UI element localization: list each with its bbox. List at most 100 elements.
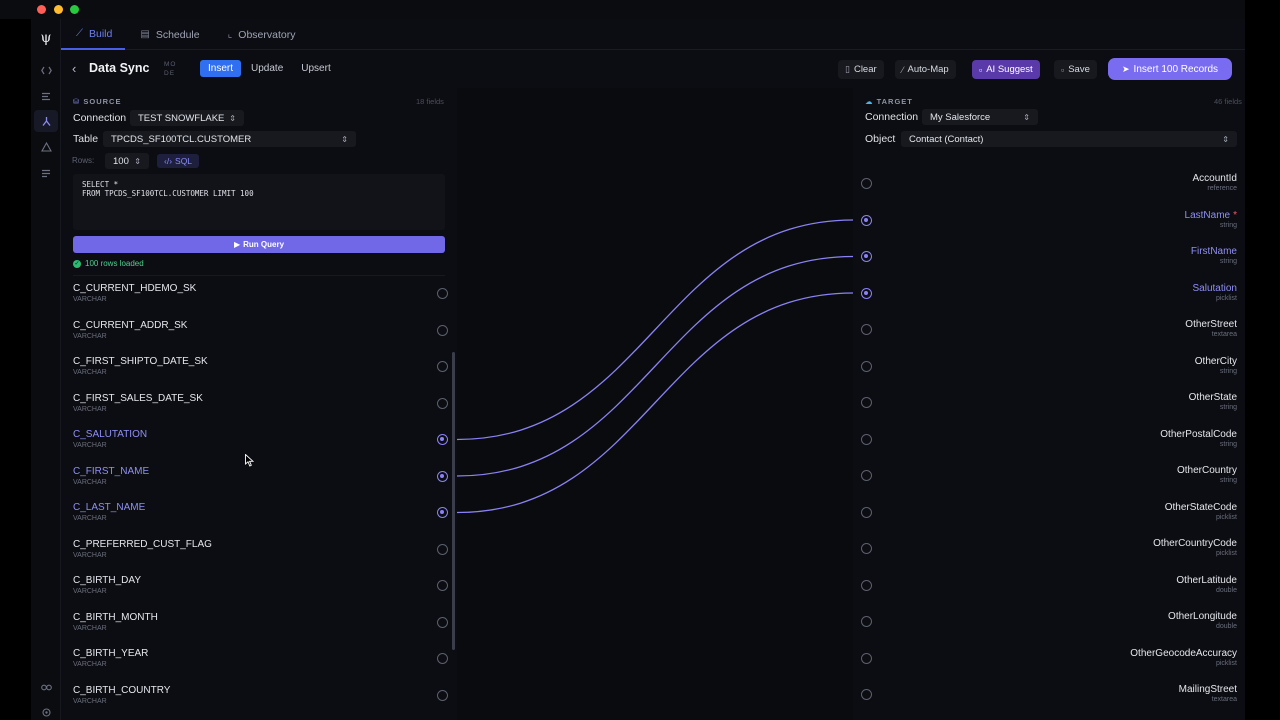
target-field-row[interactable]: OtherGeocodeAccuracy picklist: [853, 647, 1245, 683]
target-field-row[interactable]: OtherPostalCode string: [853, 428, 1245, 464]
target-field-row[interactable]: OtherStreet textarea: [853, 318, 1245, 354]
mapping-line[interactable]: [457, 292, 853, 514]
source-connector-handle[interactable]: [437, 434, 448, 445]
source-field-row[interactable]: C_CURRENT_HDEMO_SK VARCHAR: [61, 283, 457, 319]
flow-icon[interactable]: [34, 110, 58, 132]
insert-records-button[interactable]: ➤ Insert 100 Records: [1108, 58, 1233, 80]
target-connector-handle[interactable]: [861, 214, 872, 226]
chart-icon: ⌞: [227, 29, 233, 40]
target-connector-handle[interactable]: [861, 543, 872, 554]
source-field-row[interactable]: C_FIRST_SALES_DATE_SK VARCHAR: [61, 393, 457, 429]
target-field-row[interactable]: Salutation picklist: [853, 282, 1245, 318]
source-field-row[interactable]: C_FIRST_NAME VARCHAR: [61, 466, 457, 502]
binoculars-icon[interactable]: [31, 675, 61, 697]
target-field-row[interactable]: OtherCountry string: [853, 464, 1245, 500]
target-connector-handle[interactable]: [861, 178, 872, 189]
rows-select[interactable]: 100 ⇕: [105, 153, 149, 169]
mode-update-button[interactable]: Update: [243, 60, 291, 77]
settings-icon[interactable]: [31, 701, 61, 720]
mapping-line[interactable]: [457, 219, 853, 441]
target-connector-handle[interactable]: [861, 652, 872, 664]
source-connector-handle[interactable]: [437, 397, 448, 409]
tab-schedule[interactable]: ▤ Schedule: [125, 19, 212, 50]
code-icon[interactable]: [31, 59, 61, 81]
source-field-name: C_FIRST_SALES_DATE_SK: [73, 392, 203, 404]
target-connector-handle[interactable]: [861, 506, 872, 518]
target-field-row[interactable]: OtherCountryCode picklist: [853, 537, 1245, 573]
target-connection-select[interactable]: My Salesforce ⇕: [922, 109, 1038, 125]
source-connector-handle[interactable]: [437, 689, 448, 701]
app-logo-icon[interactable]: ψ: [31, 27, 61, 49]
source-connector-handle[interactable]: [437, 470, 448, 482]
target-field-row[interactable]: FirstName string: [853, 245, 1245, 281]
tab-build[interactable]: ⟋ Build: [61, 19, 126, 50]
sql-editor[interactable]: SELECT * FROM TPCDS_SF100TCL.CUSTOMER LI…: [73, 174, 445, 230]
source-connector-handle[interactable]: [437, 288, 448, 299]
source-connector-handle[interactable]: [437, 324, 448, 336]
source-field-row[interactable]: C_BIRTH_YEAR VARCHAR: [61, 648, 457, 684]
target-connector-handle[interactable]: [861, 579, 872, 591]
target-field-name: FirstName: [1190, 246, 1237, 257]
cloud-icon: ☁: [865, 97, 877, 106]
source-scrollbar[interactable]: [452, 352, 455, 650]
target-connector-handle[interactable]: [861, 470, 872, 481]
save-button[interactable]: ▫ Save: [1054, 60, 1097, 79]
target-connector-handle[interactable]: [861, 433, 872, 445]
auto-map-button[interactable]: ⁄ Auto-Map: [895, 60, 956, 79]
source-heading: ⛁ SOURCE: [73, 97, 121, 106]
clear-button[interactable]: ▯ Clear: [838, 60, 884, 79]
target-field-type: picklist: [1215, 294, 1237, 302]
menu-icon[interactable]: [31, 162, 61, 184]
source-connector-handle[interactable]: [437, 580, 448, 591]
zoom-window-button[interactable]: [70, 5, 79, 14]
target-field-row[interactable]: LastName * string: [853, 209, 1245, 245]
target-field-type: double: [1215, 623, 1237, 630]
source-field-row[interactable]: C_BIRTH_COUNTRY VARCHAR: [61, 685, 457, 720]
source-field-type: VARCHAR: [73, 624, 107, 632]
list-icon[interactable]: [31, 85, 61, 107]
target-field-row[interactable]: MailingStreet textarea: [853, 683, 1245, 719]
mapping-line[interactable]: [457, 255, 853, 477]
alert-icon[interactable]: [31, 136, 61, 158]
target-connector-handle[interactable]: [861, 689, 872, 700]
sql-toggle-button[interactable]: ‹/› SQL: [157, 154, 200, 168]
source-field-row[interactable]: C_CURRENT_ADDR_SK VARCHAR: [61, 320, 457, 356]
target-connector-handle[interactable]: [861, 360, 872, 372]
target-connector-handle[interactable]: [861, 251, 872, 262]
source-field-row[interactable]: C_BIRTH_MONTH VARCHAR: [61, 612, 457, 648]
close-window-button[interactable]: [37, 5, 46, 14]
source-field-type: VARCHAR: [73, 661, 107, 668]
source-field-row[interactable]: C_LAST_NAME VARCHAR: [61, 502, 457, 538]
source-connector-handle[interactable]: [437, 616, 448, 628]
target-field-row[interactable]: OtherState string: [853, 391, 1245, 427]
source-connector-handle[interactable]: [437, 507, 448, 518]
target-field-type: textarea: [1211, 331, 1237, 338]
target-field-row[interactable]: OtherLatitude double: [853, 574, 1245, 610]
source-field-row[interactable]: C_PREFERRED_CUST_FLAG VARCHAR: [61, 539, 457, 575]
target-connector-handle[interactable]: [861, 616, 872, 627]
target-object-select[interactable]: Contact (Contact) ⇕: [901, 131, 1237, 147]
source-connector-handle[interactable]: [437, 543, 448, 555]
mode-upsert-button[interactable]: Upsert: [293, 60, 338, 77]
minimize-window-button[interactable]: [54, 5, 63, 14]
target-connector-handle[interactable]: [861, 287, 872, 299]
source-connector-handle[interactable]: [437, 361, 448, 372]
tab-observatory[interactable]: ⌞ Observatory: [213, 19, 309, 50]
source-field-row[interactable]: C_BIRTH_DAY VARCHAR: [61, 575, 457, 611]
target-field-row[interactable]: OtherCity string: [853, 355, 1245, 391]
mode-insert-button[interactable]: Insert: [200, 60, 242, 77]
run-query-button[interactable]: ▶ Run Query: [73, 236, 445, 253]
target-connection-label: Connection: [865, 111, 919, 123]
source-table-select[interactable]: TPCDS_SF100TCL.CUSTOMER ⇕: [103, 131, 356, 147]
source-field-row[interactable]: C_SALUTATION VARCHAR: [61, 429, 457, 465]
target-field-row[interactable]: OtherLongitude double: [853, 610, 1245, 646]
target-connector-handle[interactable]: [861, 324, 872, 335]
ai-suggest-button[interactable]: ▫ AI Suggest: [972, 60, 1040, 79]
source-field-row[interactable]: C_FIRST_SHIPTO_DATE_SK VARCHAR: [61, 356, 457, 392]
target-field-row[interactable]: OtherStateCode picklist: [853, 501, 1245, 537]
back-icon[interactable]: ‹: [72, 61, 76, 76]
target-field-row[interactable]: AccountId reference: [853, 172, 1245, 208]
source-connector-handle[interactable]: [437, 653, 448, 664]
target-connector-handle[interactable]: [861, 397, 872, 408]
source-connection-select[interactable]: TEST SNOWFLAKE ⇕: [130, 110, 244, 126]
